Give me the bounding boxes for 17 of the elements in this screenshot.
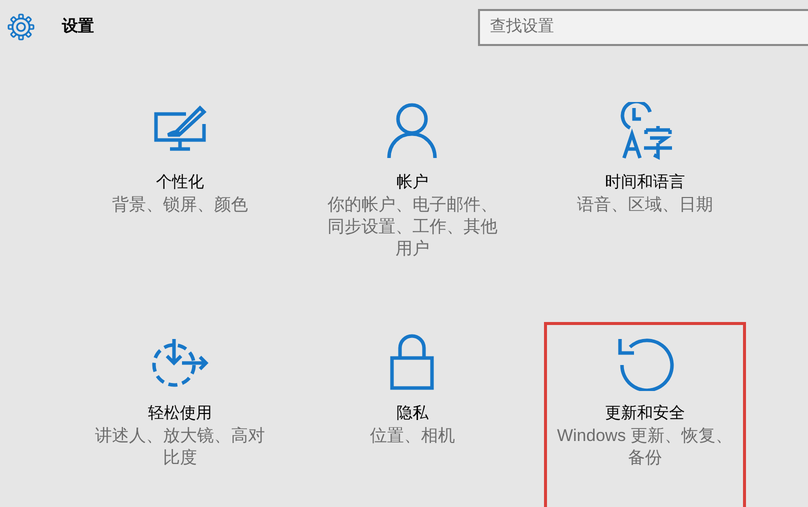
tile-title[interactable]: 帐户 <box>396 172 428 194</box>
tile-title[interactable]: 更新和安全 <box>604 403 685 425</box>
tile-description: 语音、区域、日期 <box>576 194 714 216</box>
tile-title[interactable]: 轻松使用 <box>148 403 212 425</box>
person-icon <box>386 102 438 160</box>
tile-description: 讲述人、放大镜、高对比度 <box>94 425 266 469</box>
padlock-icon <box>389 333 436 391</box>
tile-description: Windows 更新、恢复、备份 <box>556 425 733 469</box>
tile-description: 背景、锁屏、颜色 <box>111 194 250 216</box>
settings-icon <box>7 13 35 41</box>
search-field[interactable]: 查找设置 <box>478 8 808 46</box>
tile-title[interactable]: 个性化 <box>156 172 204 194</box>
tile-description: 位置、相机 <box>368 425 456 447</box>
page-title: 设置 <box>62 16 94 37</box>
tile-title[interactable]: 隐私 <box>396 403 428 425</box>
tile-title[interactable]: 时间和语言 <box>604 172 685 194</box>
tile-description: 你的帐户、电子邮件、同步设置、工作、其他用户 <box>326 194 498 260</box>
